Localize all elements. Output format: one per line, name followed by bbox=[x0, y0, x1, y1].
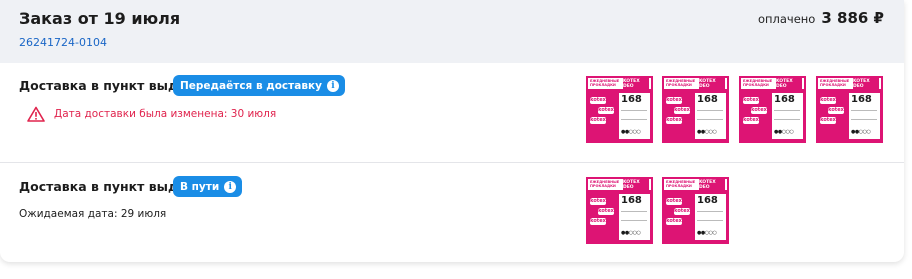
package-lines bbox=[621, 110, 647, 120]
package-brand-tag: KOTEX DEO bbox=[853, 78, 879, 89]
brand-logo: kotex bbox=[743, 97, 759, 104]
package-label: ЕЖЕДНЕВНЫЕ ПРОКЛАДКИ bbox=[666, 180, 696, 188]
package-lines bbox=[697, 110, 723, 120]
status-badge[interactable]: В пути i bbox=[173, 176, 243, 197]
package-count: 168 bbox=[697, 94, 718, 105]
info-icon[interactable]: i bbox=[326, 79, 339, 92]
brand-logo: kotex bbox=[751, 107, 767, 114]
drops-icon: ●●○○○ bbox=[851, 129, 871, 135]
package-info-panel: 168 ●●○○○ bbox=[849, 93, 880, 139]
payment-summary: оплачено 3 886 ₽ bbox=[758, 9, 884, 27]
package-lines bbox=[697, 211, 723, 221]
product-thumbnail[interactable]: ЕЖЕДНЕВНЫЕ ПРОКЛАДКИ KOTEX DEO kotex kotex k… bbox=[816, 76, 883, 143]
brand-logo: kotex bbox=[590, 218, 606, 225]
brand-logo: kotex bbox=[666, 117, 682, 124]
package-info-panel: 168 ●●○○○ bbox=[695, 194, 726, 240]
brand-logo: kotex bbox=[828, 107, 844, 114]
status-badge-label: Передаётся в доставку bbox=[180, 79, 322, 92]
info-icon[interactable]: i bbox=[224, 180, 237, 193]
brand-logo: kotex bbox=[666, 218, 682, 225]
brand-logo: kotex bbox=[598, 107, 614, 114]
package-label: ЕЖЕДНЕВНЫЕ ПРОКЛАДКИ bbox=[820, 79, 850, 87]
package-count: 168 bbox=[621, 195, 642, 206]
drops-icon: ●●○○○ bbox=[774, 129, 794, 135]
package-top-band: ЕЖЕДНЕВНЫЕ ПРОКЛАДКИ KOTEX DEO bbox=[664, 179, 727, 190]
package-info-panel: 168 ●●○○○ bbox=[772, 93, 803, 139]
package-brand-tag: KOTEX DEO bbox=[699, 179, 725, 190]
section-divider bbox=[0, 162, 904, 163]
package-brand-tag: KOTEX DEO bbox=[623, 78, 649, 89]
product-thumbnail[interactable]: ЕЖЕДНЕВНЫЕ ПРОКЛАДКИ KOTEX DEO kotex kotex k… bbox=[662, 76, 729, 143]
package-lines bbox=[851, 110, 877, 120]
package-brand-tag: KOTEX DEO bbox=[623, 179, 649, 190]
order-card: Заказ от 19 июля 26241724-0104 оплачено … bbox=[0, 0, 904, 262]
paid-label: оплачено bbox=[757, 12, 816, 26]
package-label: ЕЖЕДНЕВНЫЕ ПРОКЛАДКИ bbox=[590, 180, 620, 188]
brand-logo: kotex bbox=[590, 198, 606, 205]
brand-logo: kotex bbox=[590, 97, 606, 104]
package-top-band: ЕЖЕДНЕВНЫЕ ПРОКЛАДКИ KOTEX DEO bbox=[664, 78, 727, 89]
package-count: 168 bbox=[621, 94, 642, 105]
package-label: ЕЖЕДНЕВНЫЕ ПРОКЛАДКИ bbox=[590, 79, 620, 87]
brand-logo: kotex bbox=[743, 117, 759, 124]
package-top-band: ЕЖЕДНЕВНЫЕ ПРОКЛАДКИ KOTEX DEO bbox=[818, 78, 881, 89]
warning-triangle-icon bbox=[27, 106, 45, 122]
package-count: 168 bbox=[774, 94, 795, 105]
delivery-warning-text: Дата доставки была изменена: 30 июля bbox=[54, 108, 277, 120]
package-lines bbox=[621, 211, 647, 221]
product-thumbnail[interactable]: ЕЖЕДНЕВНЫЕ ПРОКЛАДКИ KOTEX DEO kotex kotex k… bbox=[662, 177, 729, 244]
package-count: 168 bbox=[851, 94, 872, 105]
brand-logo: kotex bbox=[598, 208, 614, 215]
package-top-band: ЕЖЕДНЕВНЫЕ ПРОКЛАДКИ KOTEX DEO bbox=[588, 179, 651, 190]
package-brand-tag: KOTEX DEO bbox=[776, 78, 802, 89]
package-label: ЕЖЕДНЕВНЫЕ ПРОКЛАДКИ bbox=[666, 79, 696, 87]
brand-logo: kotex bbox=[666, 97, 682, 104]
order-number-link[interactable]: 26241724-0104 bbox=[19, 36, 107, 49]
expected-date: Ожидаемая дата: 29 июля bbox=[19, 208, 167, 220]
brand-logo: kotex bbox=[820, 97, 836, 104]
package-count: 168 bbox=[697, 195, 718, 206]
status-badge-label: В пути bbox=[180, 180, 220, 193]
status-badge[interactable]: Передаётся в доставку i bbox=[173, 75, 345, 96]
paid-amount: 3 886 ₽ bbox=[821, 9, 884, 27]
product-thumbnail[interactable]: ЕЖЕДНЕВНЫЕ ПРОКЛАДКИ KOTEX DEO kotex kotex k… bbox=[586, 177, 653, 244]
drops-icon: ●●○○○ bbox=[697, 129, 717, 135]
order-title: Заказ от 19 июля bbox=[19, 9, 181, 28]
package-info-panel: 168 ●●○○○ bbox=[619, 93, 650, 139]
package-info-panel: 168 ●●○○○ bbox=[695, 93, 726, 139]
package-lines bbox=[774, 110, 800, 120]
brand-logo: kotex bbox=[820, 117, 836, 124]
delivery-warning: Дата доставки была изменена: 30 июля bbox=[27, 106, 276, 122]
order-header: Заказ от 19 июля 26241724-0104 оплачено … bbox=[0, 0, 904, 63]
drops-icon: ●●○○○ bbox=[697, 230, 717, 236]
drops-icon: ●●○○○ bbox=[621, 129, 641, 135]
brand-logo: kotex bbox=[666, 198, 682, 205]
package-top-band: ЕЖЕДНЕВНЫЕ ПРОКЛАДКИ KOTEX DEO bbox=[741, 78, 804, 89]
package-brand-tag: KOTEX DEO bbox=[699, 78, 725, 89]
brand-logo: kotex bbox=[590, 117, 606, 124]
brand-logo: kotex bbox=[674, 107, 690, 114]
brand-logo: kotex bbox=[674, 208, 690, 215]
package-label: ЕЖЕДНЕВНЫЕ ПРОКЛАДКИ bbox=[743, 79, 773, 87]
product-thumbnail[interactable]: ЕЖЕДНЕВНЫЕ ПРОКЛАДКИ KOTEX DEO kotex kotex k… bbox=[586, 76, 653, 143]
package-info-panel: 168 ●●○○○ bbox=[619, 194, 650, 240]
package-top-band: ЕЖЕДНЕВНЫЕ ПРОКЛАДКИ KOTEX DEO bbox=[588, 78, 651, 89]
drops-icon: ●●○○○ bbox=[621, 230, 641, 236]
product-thumbnail[interactable]: ЕЖЕДНЕВНЫЕ ПРОКЛАДКИ KOTEX DEO kotex kotex k… bbox=[739, 76, 806, 143]
